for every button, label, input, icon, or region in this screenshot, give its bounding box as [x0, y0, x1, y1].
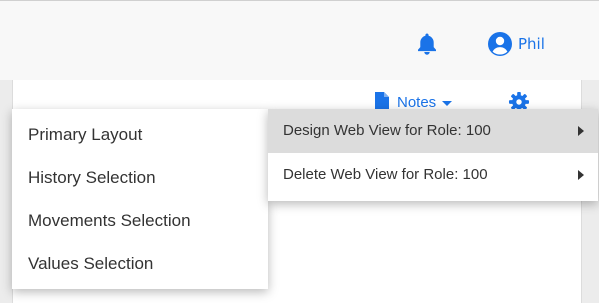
- notes-label: Notes: [397, 93, 437, 111]
- submenu-item-delete-web-view[interactable]: Delete Web View for Role: 100: [268, 153, 598, 197]
- submenu-item-label: Delete Web View for Role: 100: [283, 166, 488, 183]
- chevron-right-icon: [578, 170, 584, 180]
- bell-icon[interactable]: [416, 32, 438, 56]
- menu-item-history-selection[interactable]: History Selection: [12, 156, 268, 199]
- submenu-item-label: Design Web View for Role: 100: [283, 122, 491, 139]
- context-menu: Primary Layout History Selection Movemen…: [12, 109, 268, 289]
- caret-down-icon: [442, 100, 453, 106]
- top-header-bar: Phil: [0, 0, 599, 80]
- chevron-right-icon: [578, 126, 584, 136]
- menu-item-movements-selection[interactable]: Movements Selection: [12, 199, 268, 242]
- submenu-item-design-web-view[interactable]: Design Web View for Role: 100: [268, 109, 598, 153]
- menu-item-primary-layout[interactable]: Primary Layout: [12, 113, 268, 156]
- menu-item-values-selection[interactable]: Values Selection: [12, 242, 268, 285]
- user-circle-icon: [488, 32, 512, 56]
- submenu: Design Web View for Role: 100 Delete Web…: [268, 109, 598, 201]
- user-menu[interactable]: Phil: [488, 31, 545, 57]
- user-name: Phil: [518, 35, 545, 53]
